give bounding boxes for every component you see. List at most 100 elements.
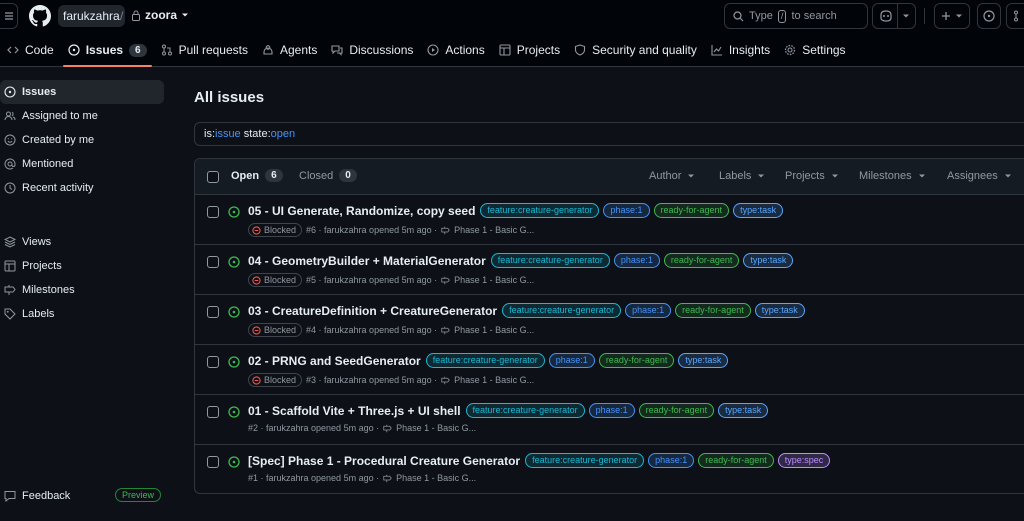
sidebar-item-recent-activity[interactable]: Recent activity — [0, 176, 166, 200]
issue-row[interactable]: 03 - CreatureDefinition + CreatureGenera… — [195, 295, 1024, 345]
projects-filter[interactable]: Projects — [785, 170, 839, 182]
search-suffix: to search — [791, 9, 837, 22]
sidebar-item-milestones[interactable]: Milestones — [0, 278, 166, 302]
issue-opened-icon — [228, 256, 240, 268]
tab-code[interactable]: Code — [0, 36, 61, 64]
label-ready[interactable]: ready-for-agent — [653, 203, 730, 218]
tab-settings[interactable]: Settings — [777, 36, 852, 64]
tab-insights[interactable]: Insights — [704, 36, 777, 64]
label-ready[interactable]: ready-for-agent — [698, 453, 774, 468]
sidebar-item-labels[interactable]: Labels — [0, 302, 166, 326]
issue-checkbox[interactable] — [207, 456, 219, 468]
label-phase[interactable]: phase:1 — [648, 453, 695, 468]
github-logo-icon[interactable] — [29, 5, 51, 27]
label-feature[interactable]: feature:creature-generator — [502, 303, 622, 318]
copilot-button[interactable] — [872, 3, 916, 29]
issue-title-link[interactable]: 02 - PRNG and SeedGenerator — [248, 354, 421, 368]
tab-discussions[interactable]: Discussions — [324, 36, 420, 64]
issue-title-link[interactable]: 04 - GeometryBuilder + MaterialGenerator — [248, 254, 486, 268]
menu-button[interactable] — [0, 3, 18, 29]
label-phase[interactable]: phase:1 — [613, 253, 660, 268]
tab-pull-requests[interactable]: Pull requests — [154, 36, 255, 64]
tab-actions[interactable]: Actions — [420, 36, 491, 64]
issue-meta: #1 · farukzahra opened 5m ago · Phase 1 … — [248, 473, 476, 483]
issue-row[interactable]: 04 - GeometryBuilder + MaterialGenerator… — [195, 245, 1024, 295]
issue-title-link[interactable]: [Spec] Phase 1 - Procedural Creature Gen… — [248, 454, 520, 468]
sidebar-item-assigned-to-me[interactable]: Assigned to me — [0, 104, 166, 128]
label-ready[interactable]: ready-for-agent — [638, 403, 715, 418]
sidebar-item-label: Recent activity — [22, 182, 94, 194]
sidebar-item-mentioned[interactable]: Mentioned — [0, 152, 166, 176]
caret-down-icon — [182, 13, 189, 17]
tab-agents[interactable]: Agents — [255, 36, 324, 64]
issue-checkbox[interactable] — [207, 256, 219, 268]
repo-link[interactable]: zoora — [131, 8, 189, 22]
label-ready[interactable]: ready-for-agent — [675, 303, 751, 318]
issues-sidebar: Issues Assigned to me Created by me Ment… — [0, 78, 166, 326]
pull-requests-button[interactable] — [1006, 3, 1024, 29]
issues-button[interactable] — [977, 3, 1001, 29]
label-phase[interactable]: phase:1 — [548, 353, 595, 368]
label-feature[interactable]: feature:creature-generator — [490, 253, 610, 268]
tab-open[interactable]: Open 6 — [231, 169, 283, 182]
issue-milestone-link[interactable]: Phase 1 - Basic G... — [396, 423, 476, 433]
issue-milestone-link[interactable]: Phase 1 - Basic G... — [396, 473, 476, 483]
label-task[interactable]: type:task — [754, 303, 805, 318]
sidebar-item-views[interactable]: Views — [0, 230, 166, 254]
label-phase[interactable]: phase:1 — [625, 303, 672, 318]
label-feature[interactable]: feature:creature-generator — [465, 403, 585, 418]
label-feature[interactable]: feature:creature-generator — [480, 203, 600, 218]
create-new-button[interactable] — [934, 3, 970, 29]
query-key: is: — [204, 128, 215, 140]
label-phase[interactable]: phase:1 — [603, 203, 650, 218]
tab-issues[interactable]: Issues 6 — [61, 36, 154, 67]
select-all-checkbox[interactable] — [207, 171, 219, 183]
search-input[interactable]: Type / to search — [724, 3, 868, 29]
author-filter[interactable]: Author — [649, 170, 695, 182]
milestones-filter[interactable]: Milestones — [859, 170, 926, 182]
issue-title-link[interactable]: 05 - UI Generate, Randomize, copy seed — [248, 204, 475, 218]
search-input[interactable]: is: issue state: open — [194, 122, 1024, 146]
tab-label: Actions — [445, 43, 485, 57]
issue-row[interactable]: [Spec] Phase 1 - Procedural Creature Gen… — [195, 445, 1024, 493]
label-feature[interactable]: feature:creature-generator — [525, 453, 645, 468]
label-task[interactable]: type:task — [718, 403, 769, 418]
label-task[interactable]: type:task — [733, 203, 784, 218]
label-feature[interactable]: feature:creature-generator — [425, 353, 545, 368]
label-spec[interactable]: type:spec — [777, 453, 831, 468]
sidebar-item-projects[interactable]: Projects — [0, 254, 166, 278]
issue-title-link[interactable]: 03 - CreatureDefinition + CreatureGenera… — [248, 304, 497, 318]
issue-row[interactable]: 02 - PRNG and SeedGenerator feature:crea… — [195, 345, 1024, 395]
tab-projects[interactable]: Projects — [492, 36, 567, 64]
label-task[interactable]: type:task — [678, 353, 729, 368]
issue-title-link[interactable]: 01 - Scaffold Vite + Three.js + UI shell — [248, 404, 461, 418]
milestone-icon — [383, 474, 392, 482]
issue-checkbox[interactable] — [207, 356, 219, 368]
issue-milestone-link[interactable]: Phase 1 - Basic G... — [454, 375, 534, 385]
sidebar-item-label: Labels — [22, 308, 55, 320]
sidebar-item-created-by-me[interactable]: Created by me — [0, 128, 166, 152]
label-ready[interactable]: ready-for-agent — [663, 253, 740, 268]
label-phase[interactable]: phase:1 — [588, 403, 635, 418]
issue-checkbox[interactable] — [207, 206, 219, 218]
feedback-link[interactable]: Feedback Preview — [0, 484, 166, 508]
owner-link[interactable]: farukzahra — [58, 5, 125, 27]
issue-meta: #2 · farukzahra opened 5m ago · Phase 1 … — [248, 423, 476, 433]
sidebar-item-issues[interactable]: Issues — [0, 80, 164, 104]
issue-milestone-link[interactable]: Phase 1 - Basic G... — [454, 225, 534, 235]
issue-checkbox[interactable] — [207, 406, 219, 418]
hamburger-icon — [4, 12, 13, 20]
issue-checkbox[interactable] — [207, 306, 219, 318]
tab-label: Agents — [279, 43, 318, 57]
tab-closed[interactable]: Closed 0 — [299, 169, 357, 182]
assignees-filter[interactable]: Assignees — [947, 170, 1012, 182]
issue-row[interactable]: 05 - UI Generate, Randomize, copy seed f… — [195, 195, 1024, 245]
issue-row[interactable]: 01 - Scaffold Vite + Three.js + UI shell… — [195, 395, 1024, 445]
labels-filter[interactable]: Labels — [719, 170, 765, 182]
issue-milestone-link[interactable]: Phase 1 - Basic G... — [454, 275, 534, 285]
milestone-icon — [441, 226, 450, 234]
label-ready[interactable]: ready-for-agent — [598, 353, 675, 368]
issue-milestone-link[interactable]: Phase 1 - Basic G... — [454, 325, 534, 335]
tab-security[interactable]: Security and quality — [567, 36, 704, 64]
label-task[interactable]: type:task — [743, 253, 794, 268]
